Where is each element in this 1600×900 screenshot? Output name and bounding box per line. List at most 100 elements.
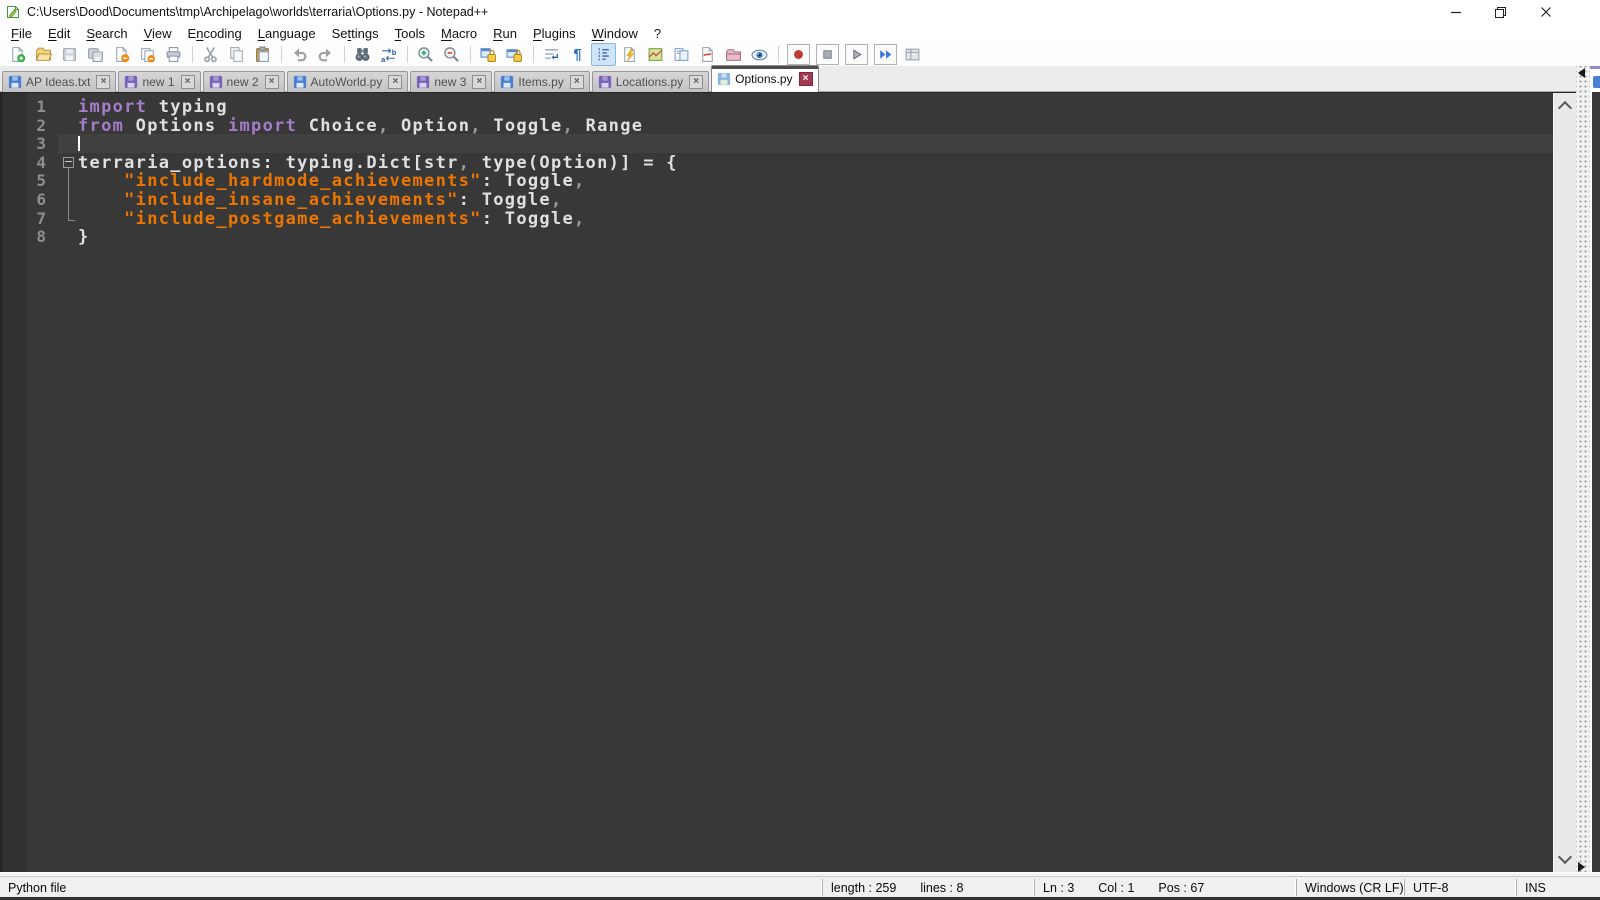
menu-plugins[interactable]: Plugins bbox=[525, 25, 584, 42]
svg-text:a: a bbox=[381, 55, 386, 63]
tab-bar: AP Ideas.txt × new 1 × new 2 × AutoWorld.py × ne… bbox=[0, 65, 1578, 92]
function-list-icon[interactable] bbox=[617, 43, 642, 66]
document-monitor-icon[interactable] bbox=[747, 43, 772, 66]
toolbar: a b ¶ bbox=[0, 43, 1600, 67]
macro-record-icon[interactable] bbox=[787, 44, 810, 65]
code-text-area[interactable]: import typing from Options import Choice,… bbox=[78, 97, 1554, 247]
macro-run-multiple-icon[interactable] bbox=[874, 44, 897, 65]
zoom-in-icon[interactable] bbox=[413, 43, 438, 66]
show-all-characters-icon[interactable]: ¶ bbox=[565, 43, 590, 66]
macro-save-icon[interactable] bbox=[900, 43, 925, 66]
scroll-up-icon[interactable] bbox=[1557, 100, 1573, 116]
view-splitter[interactable] bbox=[1576, 66, 1590, 876]
tab-items-py[interactable]: Items.py × bbox=[494, 71, 590, 92]
tab-close-icon[interactable]: × bbox=[472, 75, 487, 89]
paste-icon[interactable] bbox=[250, 43, 275, 66]
vertical-scrollbar[interactable] bbox=[1553, 93, 1576, 872]
sync-horizontal-scrolling-icon[interactable] bbox=[502, 43, 527, 66]
zoom-out-icon[interactable] bbox=[439, 43, 464, 66]
menu-help[interactable]: ? bbox=[646, 25, 669, 42]
title-bar: C:\Users\Dood\Documents\tmp\Archipelago\… bbox=[0, 0, 1600, 24]
fold-margin-cell bbox=[58, 227, 78, 246]
menu-view[interactable]: View bbox=[136, 25, 180, 42]
menu-bar: File Edit Search View Encoding Language Settin… bbox=[0, 24, 1600, 43]
tab-close-icon[interactable]: × bbox=[264, 75, 279, 89]
undo-icon[interactable] bbox=[287, 43, 312, 66]
fold-minus-marker[interactable] bbox=[58, 153, 78, 172]
tab-new-1[interactable]: new 1 × bbox=[118, 71, 201, 92]
tab-close-icon[interactable]: × bbox=[569, 75, 584, 89]
find-icon[interactable] bbox=[350, 43, 375, 66]
tab-close-icon[interactable]: × bbox=[689, 75, 704, 89]
status-eol-format: Windows (CR LF) bbox=[1296, 879, 1411, 896]
code-line[interactable]: "include_hardmode_achievements": Toggle, bbox=[78, 171, 1554, 191]
code-editor[interactable]: 12345678 import typing from Options impor… bbox=[0, 92, 1576, 872]
file-browser-icon[interactable] bbox=[695, 43, 720, 66]
tab-autoworld-py[interactable]: AutoWorld.py × bbox=[286, 71, 409, 92]
fold-line-marker bbox=[58, 189, 78, 209]
tab-options-py[interactable]: Options.py × bbox=[711, 65, 819, 92]
notepadpp-app-icon bbox=[5, 4, 21, 20]
document-map-icon[interactable] bbox=[643, 43, 668, 66]
line-number: 5 bbox=[36, 171, 46, 191]
tab-new-3[interactable]: new 3 × bbox=[410, 71, 493, 92]
tab-close-icon[interactable]: × bbox=[388, 75, 403, 89]
code-line[interactable]: "include_insane_achievements": Toggle, bbox=[78, 190, 1554, 210]
tab-close-icon[interactable]: × bbox=[798, 72, 813, 86]
menu-window[interactable]: Window bbox=[584, 25, 646, 42]
code-line[interactable]: import typing bbox=[78, 97, 1554, 117]
splitter-collapse-left-icon[interactable] bbox=[1578, 68, 1585, 78]
close-button[interactable] bbox=[1523, 0, 1568, 24]
menu-search[interactable]: Search bbox=[78, 25, 135, 42]
fold-margin[interactable] bbox=[58, 97, 78, 246]
menu-language[interactable]: Language bbox=[250, 25, 324, 42]
floppy-icon bbox=[500, 75, 514, 89]
line-number: 1 bbox=[36, 97, 46, 116]
menu-settings[interactable]: Settings bbox=[324, 25, 387, 42]
tab-label: Items.py bbox=[518, 75, 564, 89]
close-all-icon[interactable] bbox=[135, 43, 160, 66]
code-line[interactable]: from Options import Choice, Option, Togg… bbox=[78, 116, 1554, 136]
minimize-button[interactable] bbox=[1433, 0, 1478, 24]
menu-run[interactable]: Run bbox=[485, 25, 525, 42]
fold-margin-cell bbox=[58, 116, 78, 135]
code-line[interactable]: } bbox=[78, 227, 1554, 247]
menu-file[interactable]: File bbox=[3, 25, 40, 42]
menu-macro[interactable]: Macro bbox=[433, 25, 485, 42]
word-wrap-icon[interactable] bbox=[539, 43, 564, 66]
sync-vertical-scrolling-icon[interactable] bbox=[476, 43, 501, 66]
menu-tools[interactable]: Tools bbox=[387, 25, 433, 42]
print-icon[interactable] bbox=[161, 43, 186, 66]
menu-edit[interactable]: Edit bbox=[40, 25, 78, 42]
tab-locations-py[interactable]: Locations.py × bbox=[591, 71, 710, 92]
splitter-collapse-right-icon[interactable] bbox=[1578, 862, 1585, 872]
tab-ap-ideas-txt[interactable]: AP Ideas.txt × bbox=[2, 71, 117, 92]
toolbar-separator bbox=[470, 46, 471, 63]
copy-icon[interactable] bbox=[224, 43, 249, 66]
save-all-icon[interactable] bbox=[83, 43, 108, 66]
cut-icon[interactable] bbox=[198, 43, 223, 66]
code-line[interactable] bbox=[78, 134, 1554, 153]
save-icon[interactable] bbox=[57, 43, 82, 66]
tab-close-icon[interactable]: × bbox=[180, 75, 195, 89]
restore-button[interactable] bbox=[1478, 0, 1523, 24]
toolbar-separator bbox=[281, 46, 282, 63]
code-line[interactable]: "include_postgame_achievements": Toggle, bbox=[78, 209, 1554, 229]
open-file-icon[interactable] bbox=[31, 43, 56, 66]
macro-play-icon[interactable] bbox=[845, 44, 868, 65]
tab-close-icon[interactable]: × bbox=[96, 75, 111, 89]
new-file-icon[interactable] bbox=[5, 43, 30, 66]
code-line[interactable]: terraria_options: typing.Dict[str, type(… bbox=[78, 153, 1554, 173]
fold-corner-marker bbox=[58, 208, 78, 228]
menu-encoding[interactable]: Encoding bbox=[180, 25, 250, 42]
close-icon[interactable] bbox=[109, 43, 134, 66]
redo-icon[interactable] bbox=[313, 43, 338, 66]
tab-new-2[interactable]: new 2 × bbox=[202, 71, 285, 92]
folder-as-workspace-icon[interactable] bbox=[721, 43, 746, 66]
svg-text:b: b bbox=[392, 48, 397, 57]
show-indent-guide-icon[interactable] bbox=[591, 43, 616, 66]
document-list-icon[interactable] bbox=[669, 43, 694, 66]
macro-stop-icon[interactable] bbox=[816, 44, 839, 65]
scroll-down-icon[interactable] bbox=[1557, 849, 1573, 865]
replace-icon[interactable]: ab bbox=[376, 43, 401, 66]
